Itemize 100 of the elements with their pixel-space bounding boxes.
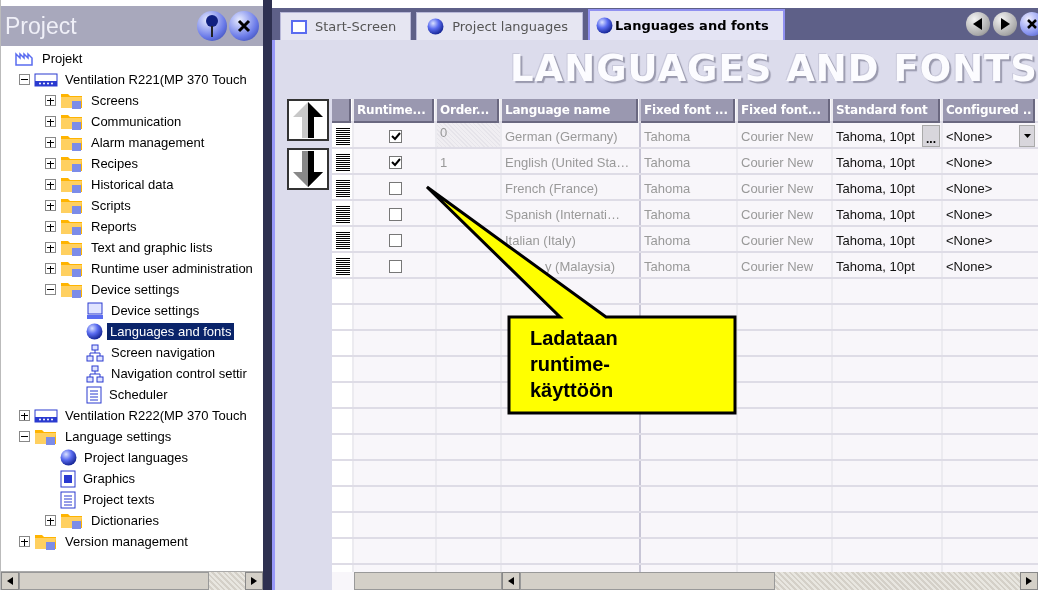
expand-toggle[interactable] — [45, 515, 56, 526]
tree-item[interactable]: Language settings — [62, 428, 175, 445]
expand-toggle[interactable] — [45, 200, 56, 211]
left-arrow-icon — [7, 577, 13, 585]
folder-icon — [60, 91, 84, 110]
browse-button[interactable]: ... — [922, 125, 940, 147]
globe-icon — [596, 17, 614, 34]
tree-item[interactable]: Screen navigation — [108, 344, 219, 361]
table-cell: Courier New — [741, 128, 814, 144]
folder-icon — [60, 196, 84, 215]
expand-toggle[interactable] — [19, 410, 30, 421]
move-down-button[interactable] — [287, 148, 329, 190]
table-cell: Tahoma — [644, 154, 691, 170]
collapse-toggle[interactable] — [19, 431, 30, 442]
table-cell: Courier New — [741, 232, 814, 248]
expand-toggle[interactable] — [45, 179, 56, 190]
table-cell: Tahoma — [644, 258, 691, 274]
table-cell: Italian (Italy) — [505, 232, 576, 248]
tab[interactable]: Project languages — [416, 12, 584, 40]
runtime-checkbox[interactable] — [389, 181, 402, 195]
scroll-right-button[interactable] — [245, 572, 263, 590]
table-cell: <None> — [946, 180, 993, 196]
runtime-checkbox[interactable] — [389, 207, 402, 221]
row-handle-icon — [336, 257, 350, 275]
runtime-checkbox[interactable] — [389, 129, 402, 143]
runtime-checkbox[interactable] — [389, 233, 402, 247]
tree-item[interactable]: Graphics — [80, 470, 139, 487]
scroll-right-button[interactable] — [1020, 572, 1038, 590]
next-button[interactable] — [993, 12, 1017, 36]
tree-item[interactable]: Alarm management — [88, 134, 208, 151]
tree-item[interactable]: Ventilation R222(MP 370 Touch — [62, 407, 250, 424]
tree-item[interactable]: Recipes — [88, 155, 141, 172]
tree-item[interactable]: Version management — [62, 533, 191, 550]
tab[interactable]: Start-Screen — [280, 12, 412, 40]
screen-icon — [291, 19, 307, 34]
tree-item[interactable]: Communication — [88, 113, 185, 130]
close-button[interactable] — [1020, 12, 1038, 36]
previous-button[interactable] — [966, 12, 990, 36]
scroll-thumb[interactable] — [19, 572, 209, 590]
tree-item[interactable]: Ventilation R221(MP 370 Touch — [62, 71, 250, 88]
expand-toggle[interactable] — [45, 95, 56, 106]
globe-icon — [427, 18, 445, 35]
left-arrow-icon — [972, 18, 984, 30]
close-button[interactable] — [229, 11, 259, 41]
move-up-button[interactable] — [287, 99, 329, 141]
folder-icon — [60, 133, 84, 152]
expand-toggle[interactable] — [45, 242, 56, 253]
tree-item[interactable]: Projekt — [39, 50, 86, 67]
table-cell: <None> — [946, 154, 993, 170]
table-cell: Tahoma, 10pt — [836, 180, 915, 196]
scroll-left-button[interactable] — [1, 572, 19, 590]
expand-toggle[interactable] — [45, 263, 56, 274]
table-cell: <None> — [946, 232, 993, 248]
table-cell: Courier New — [741, 154, 814, 170]
expand-toggle[interactable] — [19, 536, 30, 547]
tree-item[interactable]: Reports — [88, 218, 140, 235]
row-handle-icon — [336, 127, 350, 145]
tree-item[interactable]: Scheduler — [106, 386, 171, 403]
runtime-checkbox[interactable] — [389, 259, 402, 273]
collapse-toggle[interactable] — [45, 284, 56, 295]
folder-icon — [60, 259, 84, 278]
table-cell: Spanish (Internati… — [505, 206, 620, 222]
folder-icon — [60, 112, 84, 131]
expand-toggle[interactable] — [45, 116, 56, 127]
folder-icon — [34, 532, 58, 551]
tree-item[interactable]: Screens — [88, 92, 142, 109]
tree-item[interactable]: Project languages — [81, 449, 192, 466]
tree-item[interactable]: Device settings — [88, 281, 183, 298]
header-corner — [332, 99, 351, 123]
tree-item[interactable]: Historical data — [88, 176, 177, 193]
tree-item[interactable]: Project texts — [80, 491, 158, 508]
table-cell: Courier New — [741, 258, 814, 274]
scroll-left-button[interactable] — [502, 572, 520, 590]
expand-toggle[interactable] — [45, 158, 56, 169]
tree-item[interactable]: Runtime user administration — [88, 260, 256, 277]
table-cell: Tahoma — [644, 128, 691, 144]
tree-item[interactable]: Languages and fonts — [107, 323, 235, 340]
tab[interactable]: Languages and fonts — [588, 9, 785, 40]
dropdown-button[interactable] — [1019, 125, 1035, 147]
expand-toggle[interactable] — [45, 137, 56, 148]
callout-text: Ladataan runtime-käyttöön — [530, 326, 619, 403]
tree-item[interactable]: Device settings — [108, 302, 203, 319]
network-icon — [86, 364, 104, 383]
tree-item[interactable]: Dictionaries — [88, 512, 162, 529]
right-arrow-icon — [999, 18, 1011, 30]
scroll-thumb[interactable] — [520, 572, 775, 590]
caret-icon — [1023, 134, 1031, 138]
factory-icon — [15, 51, 35, 66]
tree-item[interactable]: Navigation control settir — [108, 365, 250, 382]
expand-toggle[interactable] — [45, 221, 56, 232]
collapse-toggle[interactable] — [19, 74, 30, 85]
table-cell: English (United Sta… — [505, 154, 630, 170]
tree-item[interactable]: Text and graphic lists — [88, 239, 216, 256]
tree-item[interactable]: Scripts — [88, 197, 134, 214]
folder-icon — [60, 511, 84, 530]
pin-button[interactable] — [197, 11, 227, 41]
list-icon — [60, 490, 76, 509]
row-handle-icon — [336, 179, 350, 197]
runtime-checkbox[interactable] — [389, 155, 402, 169]
folder-icon — [60, 280, 84, 299]
